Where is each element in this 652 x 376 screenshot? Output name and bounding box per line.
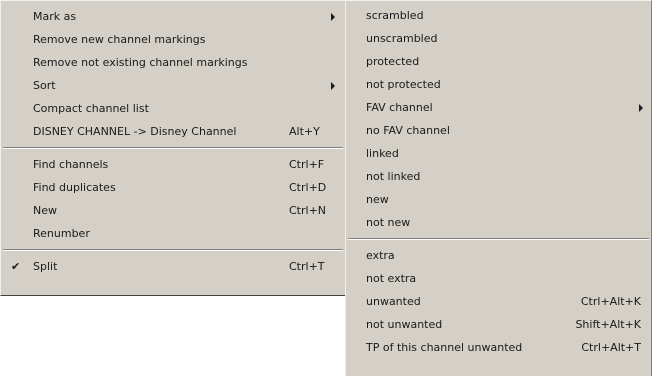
menu-item-shortcut: Ctrl+F xyxy=(289,158,325,171)
menu-item-shortcut: Ctrl+T xyxy=(289,260,325,273)
menu-item-compact-channel-list[interactable]: Compact channel list xyxy=(1,97,345,120)
menu-item-label: new xyxy=(366,193,389,206)
submenu-arrow-icon xyxy=(331,82,335,90)
menu-item-label: Remove not existing channel markings xyxy=(33,56,248,69)
submenu-item-unwanted[interactable]: unwanted Ctrl+Alt+K xyxy=(346,290,651,313)
submenu-item-tp-unwanted[interactable]: TP of this channel unwanted Ctrl+Alt+T xyxy=(346,336,651,359)
submenu-item-not-protected[interactable]: not protected xyxy=(346,73,651,96)
menu-item-shortcut: Alt+Y xyxy=(289,125,320,138)
menu-item-label: TP of this channel unwanted xyxy=(366,341,523,354)
menu-separator xyxy=(348,238,649,240)
menu-item-renumber[interactable]: Renumber xyxy=(1,222,345,245)
menu-item-find-channels[interactable]: Find channels Ctrl+F xyxy=(1,153,345,176)
menu-item-remove-not-existing-markings[interactable]: Remove not existing channel markings xyxy=(1,51,345,74)
menu-item-label: not new xyxy=(366,216,411,229)
menu-item-label: Sort xyxy=(33,79,56,92)
menu-item-shortcut: Ctrl+Alt+K xyxy=(580,295,641,308)
menu-item-label: not protected xyxy=(366,78,441,91)
menu-item-find-duplicates[interactable]: Find duplicates Ctrl+D xyxy=(1,176,345,199)
checkmark-icon: ✔ xyxy=(11,260,21,273)
menu-item-split[interactable]: ✔ Split Ctrl+T xyxy=(1,255,345,278)
menu-separator xyxy=(3,249,343,251)
menu-item-label: not extra xyxy=(366,272,417,285)
submenu-item-scrambled[interactable]: scrambled xyxy=(346,4,651,27)
submenu-item-not-linked[interactable]: not linked xyxy=(346,165,651,188)
menu-separator xyxy=(3,147,343,149)
menu-item-label: Find channels xyxy=(33,158,109,171)
mark-as-submenu: scrambled unscrambled protected not prot… xyxy=(345,0,652,376)
menu-item-mark-as[interactable]: Mark as xyxy=(1,5,345,28)
submenu-item-extra[interactable]: extra xyxy=(346,244,651,267)
menu-item-label: not linked xyxy=(366,170,421,183)
submenu-item-not-extra[interactable]: not extra xyxy=(346,267,651,290)
menu-item-label: scrambled xyxy=(366,9,424,22)
menu-item-rename-disney-channel[interactable]: DISNEY CHANNEL -> Disney Channel Alt+Y xyxy=(1,120,345,143)
menu-item-label: not unwanted xyxy=(366,318,443,331)
menu-item-shortcut: Shift+Alt+K xyxy=(575,318,641,331)
submenu-item-not-unwanted[interactable]: not unwanted Shift+Alt+K xyxy=(346,313,651,336)
menu-item-label: Mark as xyxy=(33,10,77,23)
context-menu: Mark as Remove new channel markings Remo… xyxy=(0,0,346,296)
menu-item-label: no FAV channel xyxy=(366,124,450,137)
menu-item-label: Compact channel list xyxy=(33,102,149,115)
submenu-item-fav-channel[interactable]: FAV channel xyxy=(346,96,651,119)
menu-item-label: Renumber xyxy=(33,227,90,240)
menu-item-label: Split xyxy=(33,260,58,273)
menu-item-label: unscrambled xyxy=(366,32,438,45)
submenu-item-not-new[interactable]: not new xyxy=(346,211,651,234)
submenu-arrow-icon xyxy=(331,13,335,21)
menu-item-label: Remove new channel markings xyxy=(33,33,206,46)
menu-item-label: DISNEY CHANNEL -> Disney Channel xyxy=(33,125,237,138)
menu-item-remove-new-markings[interactable]: Remove new channel markings xyxy=(1,28,345,51)
menu-item-label: linked xyxy=(366,147,399,160)
menu-item-label: Find duplicates xyxy=(33,181,116,194)
menu-item-label: FAV channel xyxy=(366,101,433,114)
menu-item-label: extra xyxy=(366,249,395,262)
menu-item-shortcut: Ctrl+N xyxy=(289,204,327,217)
menu-item-sort[interactable]: Sort xyxy=(1,74,345,97)
menu-item-new[interactable]: New Ctrl+N xyxy=(1,199,345,222)
submenu-item-protected[interactable]: protected xyxy=(346,50,651,73)
menu-item-shortcut: Ctrl+Alt+T xyxy=(581,341,641,354)
submenu-item-linked[interactable]: linked xyxy=(346,142,651,165)
submenu-item-unscrambled[interactable]: unscrambled xyxy=(346,27,651,50)
submenu-item-no-fav-channel[interactable]: no FAV channel xyxy=(346,119,651,142)
menu-item-label: New xyxy=(33,204,57,217)
menu-item-label: protected xyxy=(366,55,420,68)
menu-item-shortcut: Ctrl+D xyxy=(289,181,327,194)
menu-item-label: unwanted xyxy=(366,295,421,308)
submenu-item-new[interactable]: new xyxy=(346,188,651,211)
submenu-arrow-icon xyxy=(639,104,643,112)
